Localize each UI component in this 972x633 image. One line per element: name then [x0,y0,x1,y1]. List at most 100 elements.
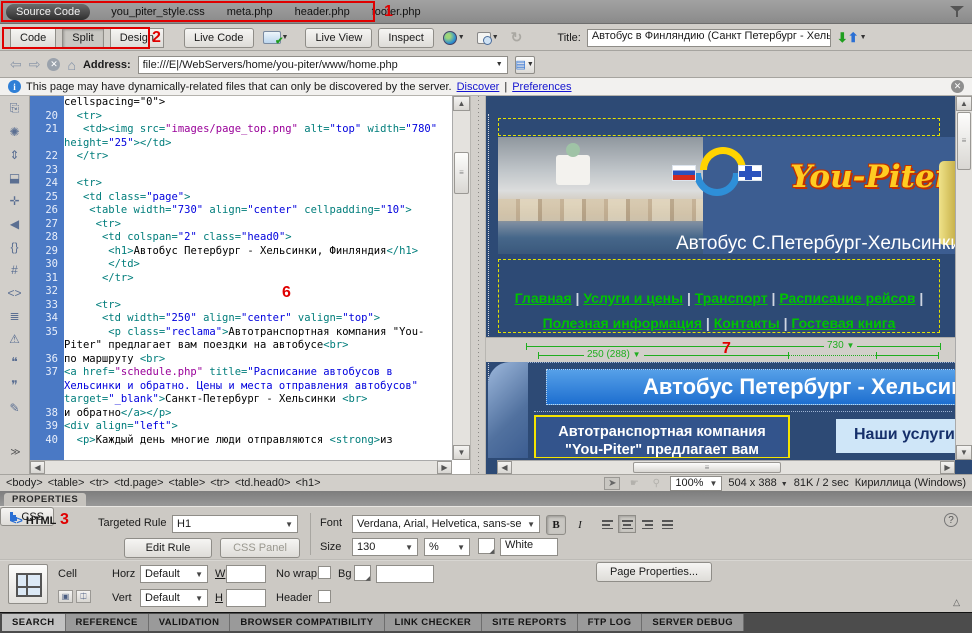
results-tab-validation[interactable]: VALIDATION [149,614,231,631]
code-line[interactable]: 20 <tr> [30,110,452,124]
close-icon[interactable]: ✕ [951,80,964,93]
results-tab-search[interactable]: SEARCH [2,614,66,631]
apply-comment-icon[interactable]: ❝ [5,353,25,370]
edit-rule-button[interactable]: Edit Rule [124,538,212,558]
scroll-up-icon[interactable]: ▲ [956,96,972,111]
code-text[interactable]: <td><img src="images/page_top.png" alt="… [64,123,452,150]
results-tab-reference[interactable]: REFERENCE [66,614,149,631]
view-options-icon[interactable]: ▤▼ [515,56,535,74]
syntax-error-alerts-icon[interactable]: ⚠ [5,330,25,347]
results-tab-site-reports[interactable]: SITE REPORTS [482,614,577,631]
code-text[interactable] [64,164,452,178]
remove-comment-icon[interactable]: ❞ [5,376,25,393]
code-text[interactable]: <table width="730" align="center" cellpa… [64,204,452,218]
code-text[interactable]: <p class="reclama">Автотранспортная комп… [64,326,452,353]
header-checkbox[interactable] [318,590,331,603]
scrollbar-thumb[interactable]: ≡ [454,152,469,194]
split-view-button[interactable]: Split [62,28,103,48]
design-view-pane[interactable]: You-Piter Автобус С.Петербург-Хельсинки … [486,96,972,474]
cell-width-field[interactable] [226,565,266,583]
code-line[interactable]: 38и обратно</a></p> [30,407,452,421]
code-editor[interactable]: cellspacing="0">20 <tr>21 <td><img src="… [30,96,452,460]
code-line[interactable]: 36по маршруту <br> [30,353,452,367]
results-tab-browser-compatibility[interactable]: BROWSER COMPATIBILITY [230,614,384,631]
page-properties-button[interactable]: Page Properties... [596,562,712,582]
align-right-icon[interactable] [638,515,656,533]
collapse-selection-icon[interactable]: ⬓ [5,169,25,186]
back-icon[interactable]: ⇦ [10,56,22,73]
balance-braces-icon[interactable]: {} [5,238,25,255]
line-numbers-icon[interactable]: # [5,261,25,278]
tag-selector-item[interactable]: <body> [6,477,43,489]
live-view-button[interactable]: Live View [305,28,372,48]
bg-color-swatch[interactable] [354,565,371,581]
design-vertical-scrollbar[interactable]: ▲ ≡ ▼ [955,96,972,460]
nav-link[interactable]: Транспорт [695,290,768,306]
bold-button[interactable]: B [546,515,566,535]
code-text[interactable]: <tr> [64,177,452,191]
code-line[interactable]: 30 </td> [30,258,452,272]
code-line[interactable]: 35 <p class="reclama">Автотранспортная к… [30,326,452,353]
inspect-button[interactable]: Inspect [378,28,433,48]
tag-selector-item[interactable]: <table> [169,477,206,489]
hand-tool-icon[interactable]: ☛ [626,477,642,490]
window-size-value[interactable]: 504 x 388 ▼ [728,477,787,489]
related-file-tab[interactable]: header.php [295,6,350,18]
scroll-left-icon[interactable]: ◀ [497,461,512,474]
code-vertical-scrollbar[interactable]: ▲ ≡ ▼ [452,96,470,460]
nav-link[interactable]: Расписание рейсов [779,290,915,306]
cell-height-field[interactable] [226,589,266,607]
size-unit-dropdown[interactable]: %▼ [424,538,470,556]
italic-button[interactable]: I [570,515,590,535]
code-line[interactable]: 34 <td width="250" align="center" valign… [30,312,452,326]
tag-selector-item[interactable]: <table> [48,477,85,489]
code-horizontal-scrollbar[interactable]: ◀ ▶ [30,460,452,474]
code-line[interactable]: 25 <td class="page"> [30,191,452,205]
css-panel-button[interactable]: CSS Panel [220,538,300,558]
collapse-panel-icon[interactable]: △ [953,597,960,608]
nav-link[interactable]: Услуги и цены [583,290,683,306]
results-tab-server-debug[interactable]: SERVER DEBUG [642,614,744,631]
code-line[interactable]: 39<div align="left"> [30,420,452,434]
horz-dropdown[interactable]: Default▼ [140,565,208,583]
code-text[interactable]: </tr> [64,150,452,164]
format-source-code-icon[interactable]: ✎ [5,399,25,416]
properties-tab[interactable]: PROPERTIES [4,493,86,506]
filter-icon[interactable] [950,4,964,18]
source-code-tab[interactable]: Source Code [6,4,90,20]
code-line[interactable]: 23 [30,164,452,178]
code-text[interactable]: <tr> [64,299,452,313]
align-left-icon[interactable] [598,515,616,533]
related-file-tab[interactable]: footer.php [372,6,421,18]
address-input[interactable]: file:///E|/WebServers/home/you-piter/www… [138,56,508,74]
size-dropdown[interactable]: 130▼ [352,538,418,556]
code-view-pane[interactable]: cellspacing="0">20 <tr>21 <td><img src="… [30,96,470,474]
select-parent-tag-icon[interactable]: ◀ [5,215,25,232]
show-head-content-icon[interactable]: ✺ [5,123,25,140]
no-wrap-checkbox[interactable] [318,566,331,579]
nav-link[interactable]: Гостевая книга [791,315,895,331]
word-wrap-icon[interactable]: ≣ [5,307,25,324]
tag-selector-item[interactable]: <td.page> [114,477,164,489]
tag-selector-item[interactable]: <h1> [296,477,321,489]
code-line[interactable]: 27 <tr> [30,218,452,232]
title-input[interactable]: Автобус в Финляндию (Санкт Петербург - Х… [587,29,831,47]
file-transfer-icon[interactable]: ⬇⬆▼ [837,30,867,46]
code-text[interactable] [64,285,452,299]
open-documents-icon[interactable]: ⎘ [5,100,25,117]
forward-icon[interactable]: ⇨ [29,56,41,73]
discover-link[interactable]: Discover [457,81,500,93]
zoom-tool-icon[interactable]: ⚲ [648,477,664,490]
code-line[interactable]: 37<a href="schedule.php" title="Расписан… [30,366,452,407]
magnification-dropdown[interactable]: 100%▼ [670,476,722,491]
code-line[interactable]: 24 <tr> [30,177,452,191]
table-width-label-730[interactable]: 730 ▼ [824,340,857,351]
scrollbar-thumb[interactable]: ≡ [633,462,781,473]
scroll-up-icon[interactable]: ▲ [453,96,470,111]
align-justify-icon[interactable] [658,515,676,533]
scroll-down-icon[interactable]: ▼ [956,445,972,460]
related-file-tab[interactable]: meta.php [227,6,273,18]
results-tab-ftp-log[interactable]: FTP LOG [578,614,643,631]
scroll-down-icon[interactable]: ▼ [453,445,470,460]
home-icon[interactable]: ⌂ [67,57,75,73]
